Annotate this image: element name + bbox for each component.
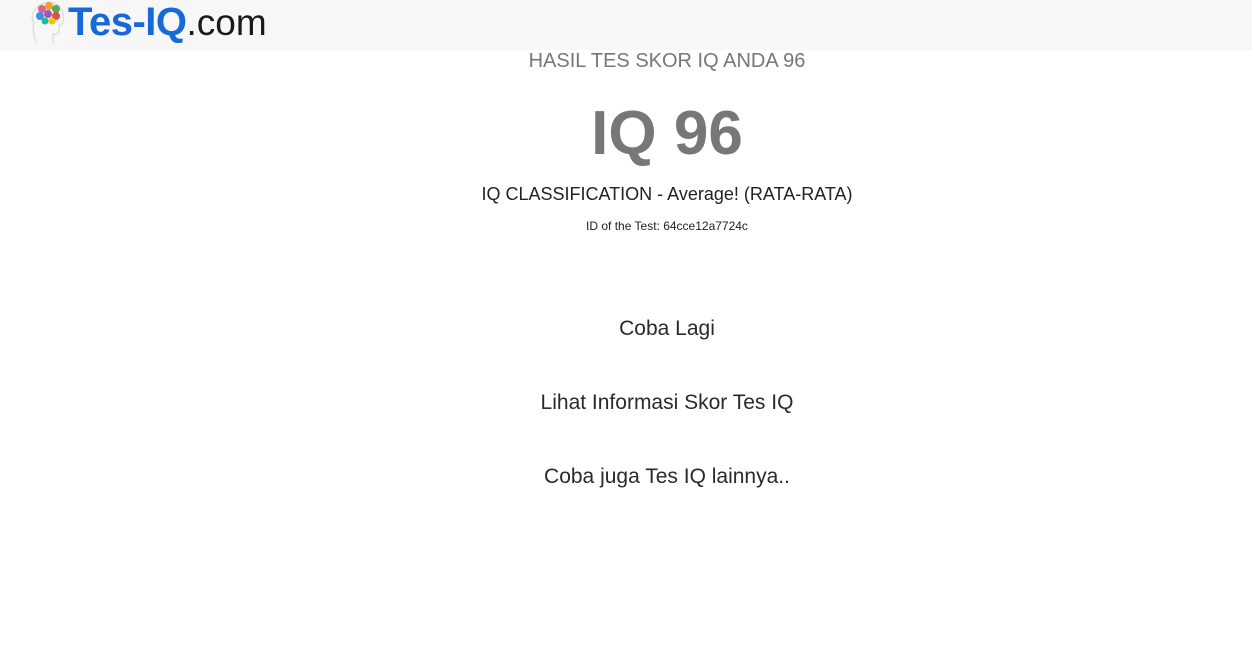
brain-head-icon (31, 1, 65, 44)
other-tests-link[interactable]: Coba juga Tes IQ lainnya.. (544, 465, 790, 489)
iq-score: IQ 96 (591, 99, 743, 168)
info-link-row: Lihat Informasi Skor Tes IQ (0, 391, 1252, 415)
logo-tld: .com (186, 2, 267, 43)
retry-link-row: Coba Lagi (0, 317, 1252, 341)
logo-text: Tes-IQ.com (68, 2, 267, 42)
retry-link[interactable]: Coba Lagi (619, 317, 715, 341)
score-info-link[interactable]: Lihat Informasi Skor Tes IQ (541, 391, 794, 415)
site-logo[interactable]: Tes-IQ.com (28, 0, 267, 50)
other-tests-link-row: Coba juga Tes IQ lainnya.. (0, 465, 1252, 489)
site-header: Tes-IQ.com (0, 0, 1252, 50)
logo-brand: Tes-IQ (68, 0, 187, 44)
iq-classification: IQ CLASSIFICATION - Average! (RATA-RATA) (481, 184, 853, 204)
result-heading: HASIL TES SKOR IQ ANDA 96 (528, 50, 806, 72)
test-id: ID of the Test: 64cce12a7724c (586, 219, 748, 233)
